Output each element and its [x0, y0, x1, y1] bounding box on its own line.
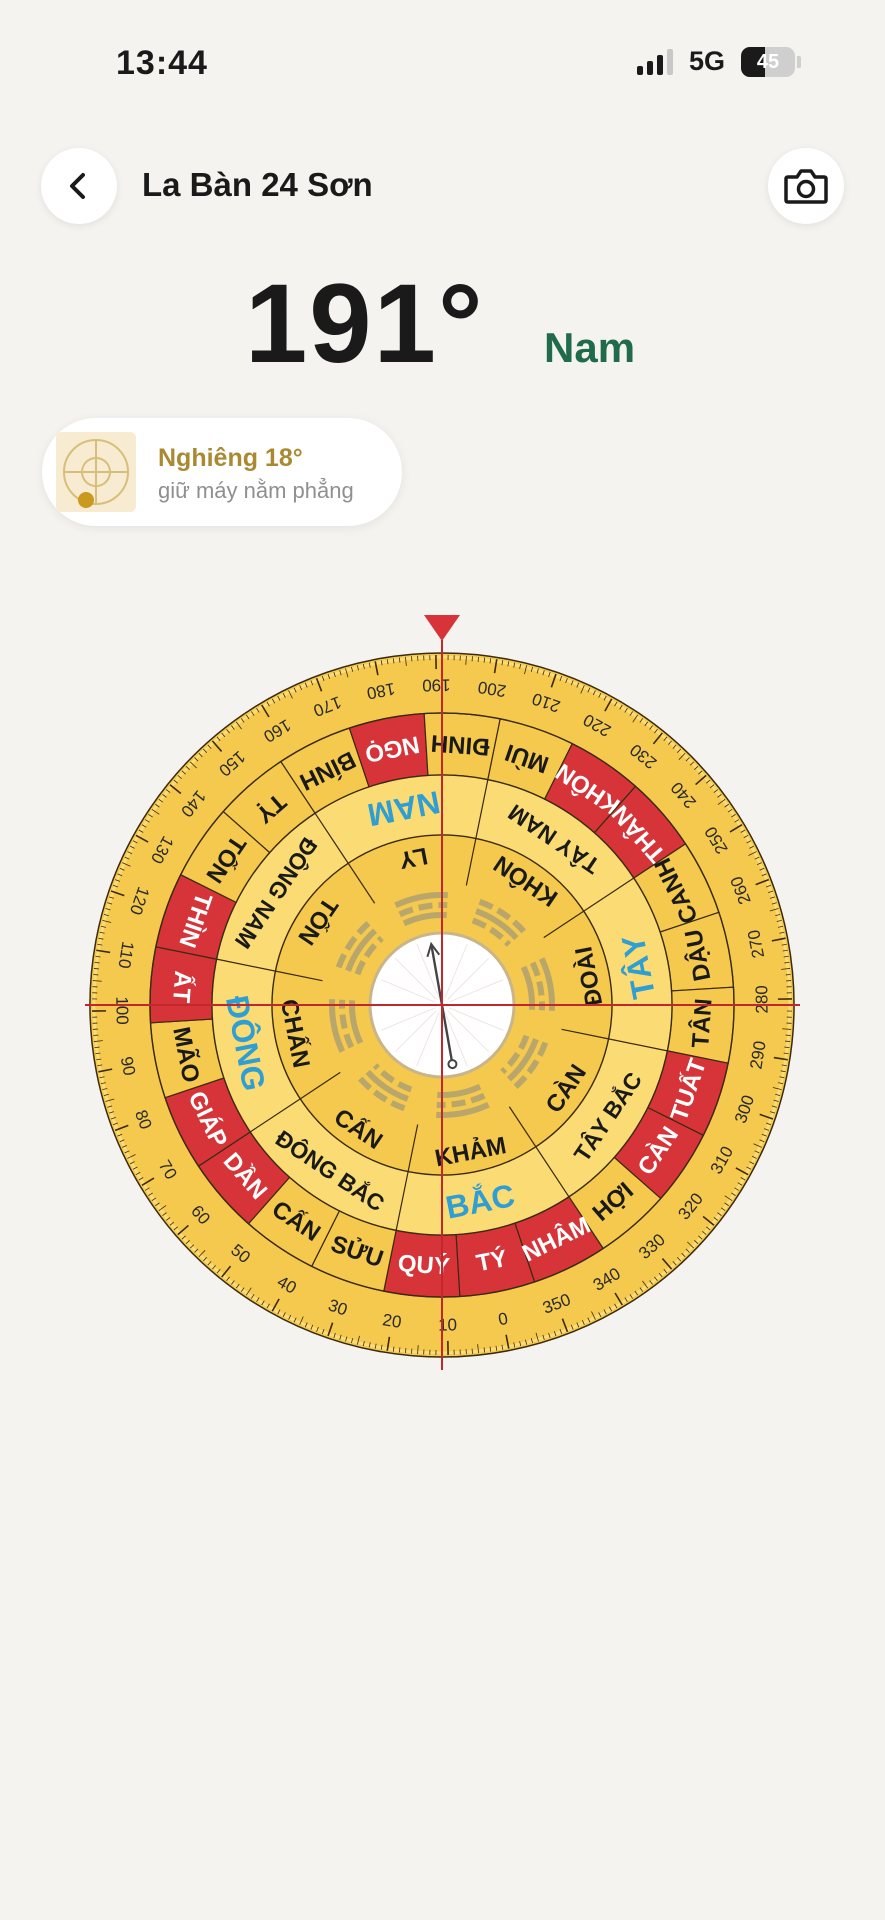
heading-direction: Nam [544, 324, 636, 371]
degree-label: 280 [752, 985, 771, 1014]
camera-button[interactable] [768, 148, 844, 224]
degree-label: 100 [112, 996, 131, 1025]
chevron-left-icon [70, 173, 85, 199]
mountain-label: TÝ [474, 1244, 509, 1277]
degree-label: 90 [117, 1055, 139, 1077]
mountain-label: ĐINH [430, 729, 490, 760]
battery-level: 45 [756, 50, 780, 73]
mountain-label: ẤT [167, 970, 197, 1004]
status-bar: 13:44 5G 45 [0, 0, 885, 120]
trigram-label: LY [397, 842, 430, 874]
header: La Bàn 24 Sơn [0, 140, 885, 230]
camera-icon [784, 169, 828, 204]
tilt-angle: Nghiêng 18° [158, 444, 303, 472]
battery-icon: 45 [741, 46, 795, 77]
compass[interactable]: TÝ QUÝ SỬU CẤN DẦN GIÁP MÃO ẤT THÌN TỐN TỴ BÍNH NGỌ Đ… [0, 600, 885, 1380]
degree-label: 190 [422, 675, 451, 694]
level-icon [56, 432, 136, 512]
network-type: 5G [688, 46, 725, 76]
back-button[interactable] [41, 148, 117, 224]
page-title: La Bàn 24 Sơn [142, 166, 373, 203]
compass-dial: TÝQUÝSỬUCẤNDẦNGIÁPMÃOẤTTHÌNTỐNTỴBÍNH NGỌ Đ… [85, 615, 800, 1370]
status-time: 13:44 [116, 44, 208, 82]
heading-degrees: 191° [245, 261, 485, 386]
needle-tail [447, 1059, 458, 1070]
signal-icon [636, 48, 673, 75]
status-indicators: 5G 45 [636, 46, 801, 77]
tilt-indicator: Nghiêng 18° giữ máy nằm phẳng [42, 418, 402, 526]
degree-label: 10 [438, 1315, 457, 1334]
heading-pointer-icon [424, 615, 460, 641]
tilt-hint: giữ máy nằm phẳng [158, 478, 354, 503]
degree-label: 20 [381, 1310, 403, 1332]
battery-cap [797, 55, 801, 68]
heading-readout: 191° Nam [0, 261, 885, 386]
